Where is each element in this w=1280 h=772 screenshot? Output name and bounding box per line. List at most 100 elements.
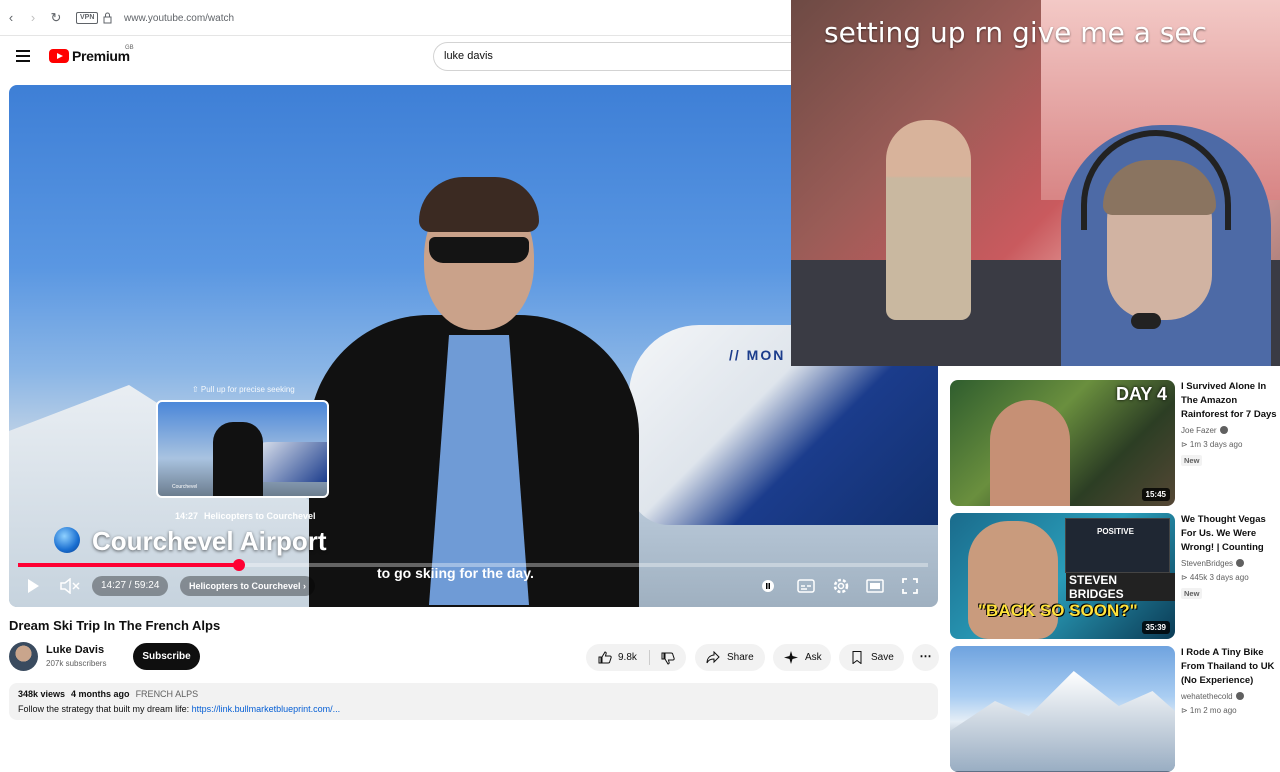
- description-meta: 348k views 4 months ago FRENCH ALPS: [18, 689, 204, 699]
- recommendation-meta: ⊳ 445k 3 days ago: [1181, 573, 1249, 582]
- recommendation-thumbnail[interactable]: DAY 4 15:45: [950, 380, 1175, 506]
- autoplay-toggle-icon[interactable]: [759, 577, 777, 595]
- recommendation-title[interactable]: I Rode A Tiny Bike From Thailand to UK (…: [1181, 646, 1280, 688]
- recommendation-channel-name: Joe Fazer: [1181, 426, 1217, 435]
- address-bar[interactable]: www.youtube.com/watch: [124, 13, 234, 24]
- logo-text[interactable]: Premium: [72, 48, 130, 64]
- thumbnail-person: [968, 521, 1058, 639]
- recommendation-thumbnail[interactable]: POSITIVE STEVEN BRIDGES "BACK SO SOON?" …: [950, 513, 1175, 639]
- seek-hint: ⇧ Pull up for precise seeking: [192, 385, 295, 394]
- menu-icon[interactable]: [16, 50, 30, 62]
- description-prefix: Follow the strategy that built my dream …: [18, 704, 190, 714]
- subtitle: to go skiing for the day.: [377, 565, 534, 581]
- fullscreen-icon[interactable]: [901, 577, 919, 595]
- seek-tooltip: 14:27 Helicopters to Courchevel: [175, 511, 322, 521]
- microphone-icon: [1131, 313, 1161, 329]
- share-label: Share: [727, 652, 754, 663]
- recommendation-meta: ⊳ 1m 3 days ago: [1181, 440, 1243, 449]
- channel-avatar[interactable]: [9, 642, 38, 671]
- view-count: 348k views: [18, 689, 66, 699]
- verified-icon: [1235, 692, 1244, 700]
- progress-bar[interactable]: [18, 559, 928, 571]
- thumbs-down-icon[interactable]: [661, 652, 675, 665]
- forward-icon[interactable]: ›: [24, 9, 42, 27]
- share-button[interactable]: Share: [695, 644, 765, 671]
- recommendation-channel-name: wehatethecold: [1181, 692, 1233, 701]
- captions-icon[interactable]: [797, 577, 815, 595]
- recommendation-item[interactable]: POSITIVE STEVEN BRIDGES "BACK SO SOON?" …: [950, 513, 1280, 641]
- recommendation-channel-name: StevenBridges: [1181, 559, 1234, 568]
- thumbnail-inset-text: POSITIVE: [1097, 527, 1134, 536]
- thumbs-up-icon[interactable]: [598, 651, 612, 664]
- description-box[interactable]: 348k views 4 months ago FRENCH ALPS Follow…: [9, 683, 938, 720]
- recommendation-channel[interactable]: StevenBridges: [1181, 559, 1245, 568]
- recommendation-item[interactable]: I Rode A Tiny Bike From Thailand to UK (…: [950, 646, 1280, 772]
- recommendation-title[interactable]: I Survived Alone In The Amazon Rainfores…: [1181, 380, 1280, 422]
- youtube-logo-icon[interactable]: [49, 49, 69, 63]
- recommendation-title[interactable]: We Thought Vegas For Us. We Were Wrong! …: [1181, 513, 1280, 555]
- share-icon: [706, 651, 720, 664]
- location-globe-icon: [54, 527, 80, 553]
- settings-icon[interactable]: [832, 577, 850, 595]
- duration-badge: 35:39: [1141, 621, 1170, 634]
- video-person: [309, 177, 639, 607]
- save-label: Save: [871, 652, 894, 663]
- seek-preview-thumbnail: Courchevel: [156, 400, 329, 498]
- seek-tooltip-chapter: Helicopters to Courchevel: [204, 511, 316, 521]
- overlay-caption: setting up rn give me a sec: [824, 16, 1207, 49]
- time-display: 14:27 / 59:24: [92, 576, 169, 596]
- search-value: luke davis: [444, 50, 493, 62]
- description-text: Follow the strategy that built my dream …: [18, 704, 340, 714]
- mute-icon[interactable]: [60, 578, 80, 594]
- recommendation-meta: ⊳ 1m 2 mo ago: [1181, 706, 1237, 715]
- lock-icon: [103, 12, 112, 24]
- thumbnail-name: STEVEN BRIDGES: [1066, 573, 1175, 601]
- recommendation-channel[interactable]: wehatethecold: [1181, 692, 1244, 701]
- channel-name[interactable]: Luke Davis: [46, 644, 104, 656]
- duration-badge: 15:45: [1141, 488, 1170, 501]
- divider: [649, 650, 650, 665]
- recommendation-thumbnail[interactable]: [950, 646, 1175, 772]
- theater-mode-icon[interactable]: [866, 577, 884, 595]
- recommendation-item[interactable]: DAY 4 15:45 I Survived Alone In The Amaz…: [950, 380, 1280, 508]
- recommendation-channel[interactable]: Joe Fazer: [1181, 426, 1228, 435]
- thumbnail-text: DAY 4: [1115, 384, 1167, 404]
- description-link[interactable]: https://link.bullmarketblueprint.com/...: [192, 704, 341, 714]
- save-button[interactable]: Save: [839, 644, 904, 671]
- location-title: Courchevel Airport: [92, 526, 327, 556]
- verified-icon: [1236, 559, 1245, 567]
- upload-date: 4 months ago: [71, 689, 130, 699]
- progress-fill: [18, 563, 240, 567]
- video-title: Dream Ski Trip In The French Alps: [9, 618, 221, 633]
- helicopter-logo: // MON: [729, 347, 786, 363]
- webcam-overlay: setting up rn give me a sec: [791, 0, 1280, 366]
- preview-label: Courchevel: [172, 484, 198, 490]
- vpn-badge[interactable]: VPN: [76, 12, 99, 24]
- subscribe-button[interactable]: Subscribe: [133, 643, 200, 670]
- current-time: 14:27: [101, 580, 127, 591]
- like-count[interactable]: 9.8k: [618, 644, 637, 671]
- reload-icon[interactable]: ↻: [47, 9, 65, 27]
- duration: 59:24: [134, 580, 160, 591]
- logo-region: GB: [125, 45, 134, 51]
- chapter-button[interactable]: Helicopters to Courchevel ›: [180, 576, 316, 596]
- sparkle-icon: [784, 651, 798, 664]
- more-actions-button[interactable]: ⋯: [912, 644, 939, 671]
- webcam-person-background: [886, 120, 971, 320]
- thumbnail-mountain: [950, 671, 1175, 771]
- bookmark-icon: [852, 651, 862, 664]
- new-badge: New: [1181, 455, 1203, 466]
- play-icon[interactable]: [25, 578, 41, 594]
- thumbnail-person: [990, 400, 1070, 506]
- hashtag[interactable]: FRENCH ALPS: [136, 689, 199, 699]
- search-input[interactable]: luke davis: [433, 42, 813, 71]
- back-icon[interactable]: ‹: [2, 9, 20, 27]
- ask-button[interactable]: Ask: [773, 644, 831, 671]
- ask-label: Ask: [805, 652, 822, 663]
- seek-tooltip-time: 14:27: [175, 511, 199, 521]
- like-dislike-group: 9.8k: [586, 644, 686, 671]
- verified-icon: [1219, 426, 1228, 434]
- subscriber-count: 207k subscribers: [46, 659, 107, 668]
- thumbnail-text: "BACK SO SOON?": [978, 601, 1138, 620]
- new-badge: New: [1181, 588, 1203, 599]
